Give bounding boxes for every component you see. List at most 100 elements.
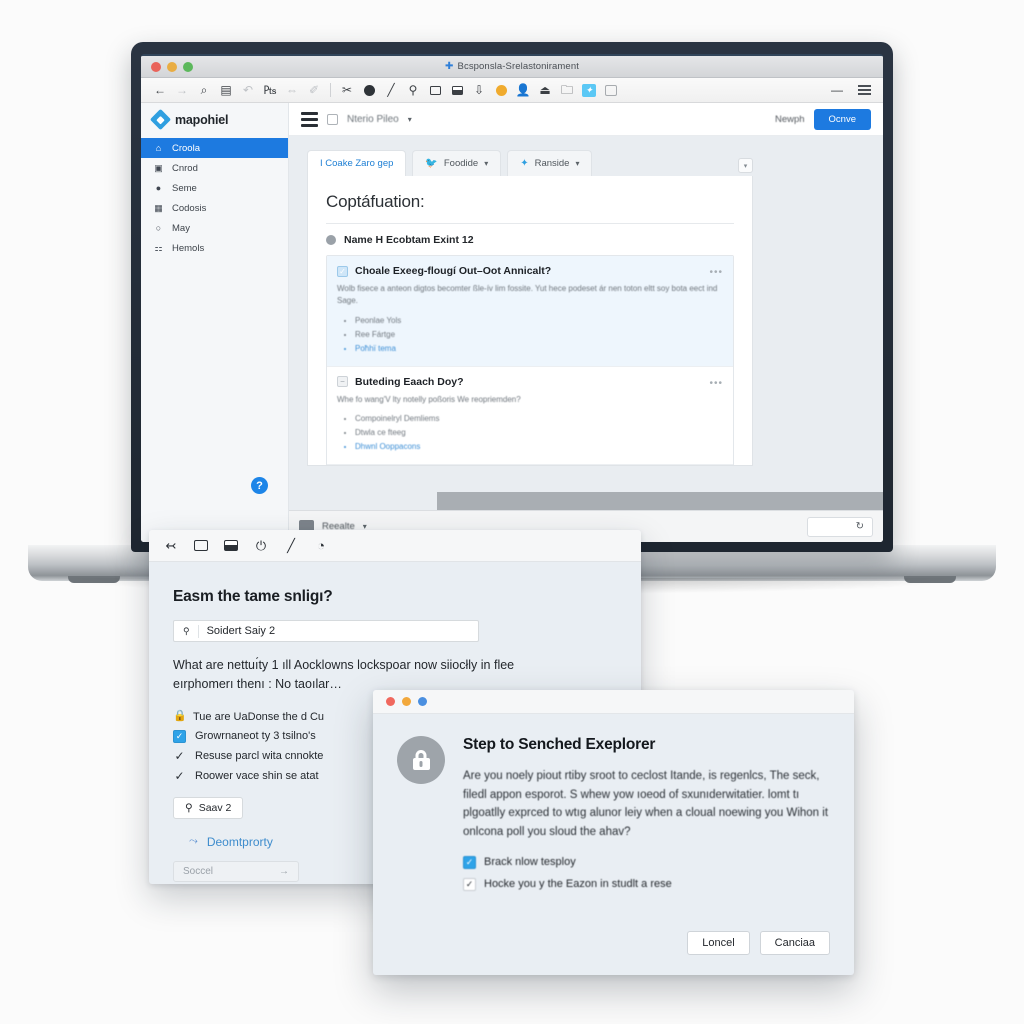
cancel-button[interactable]: Loncel [687, 931, 750, 955]
hamburger-icon[interactable] [301, 111, 318, 127]
brand: mapohiel [141, 103, 288, 136]
scissors-icon[interactable]: ✂ [336, 79, 358, 101]
modal-text: Are you noely piout rtiby sroot to ceclo… [463, 770, 829, 838]
app-sidebar: mapohiel ⌂ Croola ▣ Cnrod ● Seme ▦ Codos… [141, 103, 289, 542]
image-icon[interactable] [446, 79, 468, 101]
primary-button[interactable]: Ocnve [813, 108, 871, 130]
card-section[interactable]: − Helphe Mag Youlc Enoutd Wowl? [327, 465, 733, 466]
inbox-icon[interactable] [193, 538, 209, 554]
tab-ranside[interactable]: ✦ Ranside ▾ [507, 150, 593, 176]
back-arrow-icon[interactable]: ← [149, 79, 171, 101]
sidebar-item-hemols[interactable]: ⚏ Hemols [141, 238, 288, 258]
sidebar-item-codosis[interactable]: ▦ Codosis [141, 198, 288, 218]
help-badge[interactable]: ? [251, 477, 268, 494]
lock-icon: 🔒 [173, 709, 187, 722]
save-button[interactable]: ⚲ Saav 2 [173, 796, 244, 819]
section-title: Buteding Eaach Doy? [355, 375, 464, 388]
brush-icon[interactable]: ✐ [303, 79, 325, 101]
panel-toolbar: ↢ ⏻ ╱ ◔ [149, 530, 641, 562]
checkbox-icon[interactable]: ✓ [173, 729, 186, 743]
sidebar-item-label: Hemols [172, 242, 205, 254]
checkbox-icon[interactable]: ✓ [463, 877, 476, 891]
frame-icon[interactable] [424, 79, 446, 101]
upload-icon[interactable]: ⏏ [534, 79, 556, 101]
section-header: ✓ Choale Exeeg-flougí Out–Oot Annicalt? [337, 265, 723, 277]
arrow-right-icon[interactable]: → [279, 866, 289, 877]
sidebar-item-may[interactable]: ○ May [141, 218, 288, 238]
modal-footer: Loncel Canciaa [687, 931, 830, 955]
checkbox-row[interactable]: ✓ Hocke you y the Eazon in studlt a rese [463, 877, 828, 891]
checkbox-icon[interactable]: ✓ [463, 855, 476, 869]
section-body: Whe fo wang'V lty notelly poßoris We reo… [337, 394, 521, 404]
pencil-icon[interactable]: ╱ [380, 79, 402, 101]
browser-window: ✚ Bcsponsla-Srelastonirament ← → ⌕ ▤ ↶ ₧ … [141, 56, 883, 542]
clipboard-icon[interactable] [600, 79, 622, 101]
panel-select[interactable]: ⚲ Soidert Saiy 2 [173, 620, 479, 642]
home-icon: ⌂ [155, 143, 162, 153]
divider [326, 223, 734, 224]
pin-icon[interactable]: ⚲ [402, 79, 424, 101]
document-title: Nterio Pileo [347, 113, 399, 125]
sidebar-item-label: May [172, 222, 190, 234]
bullet-icon [326, 235, 336, 245]
canvas-scrollbar[interactable] [437, 492, 883, 510]
power-icon[interactable]: ⏻ [253, 538, 269, 554]
brand-name: mapohiel [175, 112, 229, 127]
list-item-link[interactable]: Dhwnl Ooppacons [355, 440, 723, 454]
search-icon[interactable]: ⌕ [193, 79, 215, 101]
list-item: Peonlae Yols [355, 314, 723, 328]
more-options-icon[interactable]: ••• [709, 267, 723, 278]
undo-icon[interactable]: ↶ [237, 79, 259, 101]
zoom-button[interactable] [418, 697, 427, 706]
sidebar-item-cnrod[interactable]: ▣ Cnrod [141, 158, 288, 178]
circle-orange-icon[interactable] [490, 79, 512, 101]
sidebar-item-croola[interactable]: ⌂ Croola [141, 138, 288, 158]
option-label: Roower vace shin se atat [195, 770, 319, 783]
calendar-icon[interactable] [223, 538, 239, 554]
save-disk-icon[interactable]: ▤ [215, 79, 237, 101]
check-icon[interactable]: ✓ [173, 749, 186, 763]
close-button[interactable] [386, 697, 395, 706]
pencil-icon[interactable]: ╱ [283, 538, 299, 554]
panel-text-field[interactable]: Soccel → [173, 860, 299, 882]
users-icon: ⚏ [154, 242, 163, 253]
minimize-icon[interactable]: — [826, 79, 848, 101]
checkbox-row[interactable]: ✓ Brack nlow tesploy [463, 855, 828, 869]
download-icon[interactable]: ⇩ [468, 79, 490, 101]
chevron-down-icon[interactable]: ▾ [484, 159, 488, 168]
sidebar-item-seme[interactable]: ● Seme [141, 178, 288, 198]
chevron-down-icon[interactable]: ▾ [408, 115, 412, 124]
laptop-screen: ✚ Bcsponsla-Srelastonirament ← → ⌕ ▤ ↶ ₧ … [141, 54, 883, 542]
sidebar-filler [141, 258, 288, 542]
refresh-button[interactable]: ↻ [807, 516, 873, 537]
header-link[interactable]: Newph [775, 114, 805, 125]
folder-icon[interactable]: 🗀 [556, 79, 578, 101]
more-options-icon[interactable]: ••• [709, 378, 723, 389]
card-section[interactable]: − Buteding Eaach Doy? ••• Whe fo wang'V … [327, 367, 733, 465]
page-icon[interactable]: ₧ [259, 79, 281, 101]
menu-icon[interactable] [858, 84, 871, 96]
tab-label: Foodide [443, 158, 479, 169]
laptop-lid: ✚ Bcsponsla-Srelastonirament ← → ⌕ ▤ ↶ ₧ … [131, 42, 893, 552]
confirm-button[interactable]: Canciaa [759, 931, 830, 955]
list-item-link[interactable]: Poħhï tema [355, 342, 723, 356]
checkbox-icon[interactable]: ✓ [337, 265, 348, 277]
tab-overflow-button[interactable]: ▾ [738, 158, 753, 173]
check-icon[interactable]: ✓ [173, 769, 186, 783]
tab-foodide[interactable]: 🐦 Foodide ▾ [412, 150, 502, 176]
back-arrow-icon[interactable]: ↢ [163, 538, 179, 554]
checkbox-icon[interactable]: − [337, 376, 348, 388]
checkbox-label: Brack nlow tesploy [484, 856, 576, 868]
card-section[interactable]: ✓ Choale Exeeg-flougí Out–Oot Annicalt? … [327, 256, 733, 367]
twitter-blue-icon[interactable]: ✦ [578, 79, 600, 101]
person-icon[interactable]: 👤 [512, 79, 534, 101]
chevron-down-icon[interactable]: ▾ [575, 159, 579, 168]
forward-arrow-icon[interactable]: → [171, 79, 193, 101]
info-icon[interactable] [358, 79, 380, 101]
minimize-button[interactable] [402, 697, 411, 706]
sidebar-nav: ⌂ Croola ▣ Cnrod ● Seme ▦ Codosis ○ May … [141, 138, 288, 258]
history-icon[interactable]: ◔ [313, 538, 329, 554]
link-icon[interactable]: ⇔ [281, 79, 303, 101]
tab-coake-zaro-gep[interactable]: I Coake Zaro gep [307, 150, 407, 176]
toolbar-right-group: — [826, 79, 875, 101]
